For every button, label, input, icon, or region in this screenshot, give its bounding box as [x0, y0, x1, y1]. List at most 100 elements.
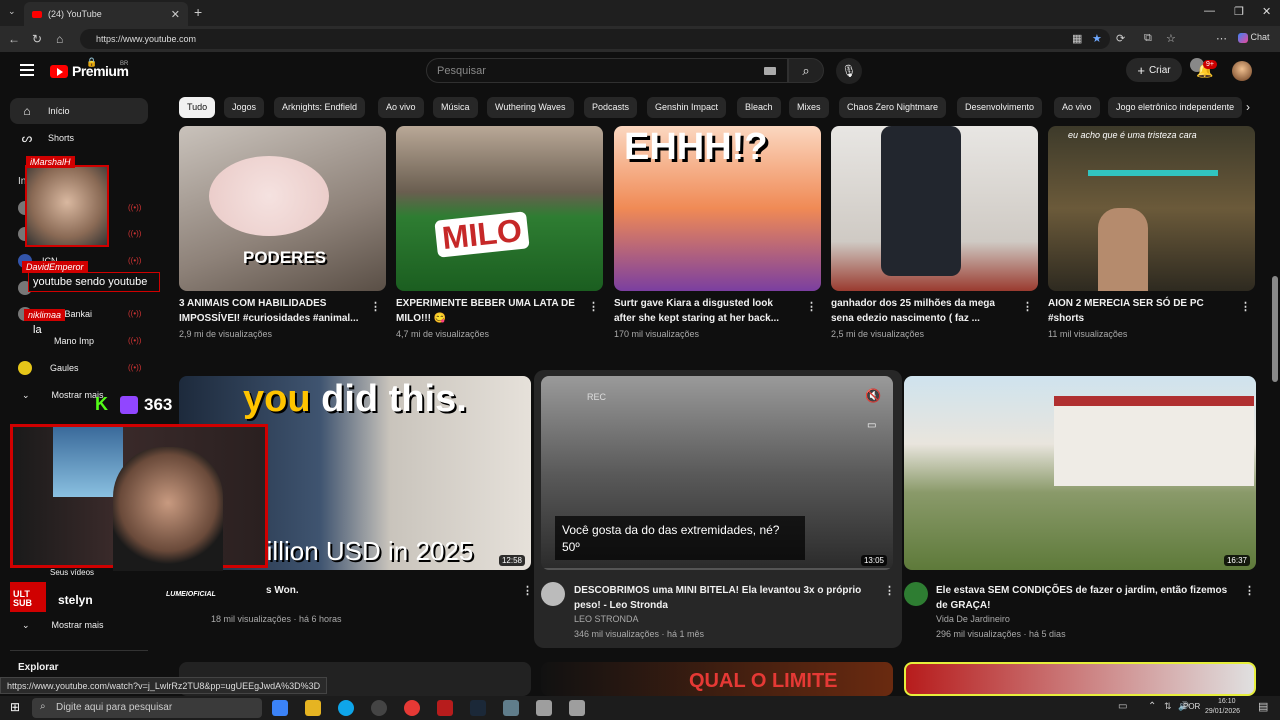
filter-chip[interactable]: Podcasts — [584, 97, 638, 118]
taskbar-search[interactable]: Digite aqui para pesquisar — [32, 698, 262, 718]
video-title-line2[interactable]: MILO!!! 😋 — [396, 311, 446, 326]
filter-chip[interactable]: Ao vivo — [1054, 97, 1100, 118]
video-title-line2[interactable]: de GRAÇA! — [936, 598, 990, 613]
video-preview-player[interactable]: REC 🔇 ▭ Você gosta da do das extremidade… — [541, 376, 893, 570]
app-icon[interactable] — [536, 700, 552, 716]
maximize-icon[interactable]: ❐ — [1234, 5, 1244, 18]
chevron-right-icon[interactable]: › — [1246, 100, 1250, 114]
video-thumbnail[interactable]: MILO — [396, 126, 603, 291]
video-thumbnail[interactable]: eu acho que é uma tristeza cara — [1048, 126, 1255, 291]
filter-chip[interactable]: Desenvolvimento — [957, 97, 1043, 118]
more-options-icon[interactable]: ⋯ — [1216, 32, 1227, 45]
video-title[interactable]: Ele estava SEM CONDIÇÕES de fazer o jard… — [936, 583, 1227, 598]
tab-list-icon[interactable]: ⌄ — [8, 6, 16, 17]
language-indicator[interactable]: POR — [1183, 702, 1200, 711]
video-thumbnail[interactable] — [904, 662, 1256, 696]
video-thumbnail[interactable]: 16:37 — [904, 376, 1256, 570]
browser-tab[interactable]: (24) YouTube ✕ — [24, 2, 188, 26]
new-tab-icon[interactable]: + — [194, 4, 202, 20]
video-title[interactable]: Surtr gave Kiara a disgusted look — [614, 296, 773, 311]
more-vert-icon[interactable]: ⋮ — [370, 300, 381, 313]
video-thumbnail[interactable] — [831, 126, 1038, 291]
search-button[interactable]: ⌕ — [788, 58, 824, 83]
video-title[interactable]: s Won. — [266, 583, 299, 598]
video-thumbnail[interactable]: PODERES — [179, 126, 386, 291]
more-vert-icon[interactable]: ⋮ — [522, 584, 533, 597]
more-vert-icon[interactable]: ⋮ — [1022, 300, 1033, 313]
clock-date[interactable]: 29/01/2026 — [1205, 708, 1240, 715]
video-title-line2[interactable]: peso! - Leo Stronda — [574, 598, 668, 613]
more-vert-icon[interactable]: ⋮ — [1240, 300, 1251, 313]
tray-icon[interactable]: ▭ — [1118, 701, 1127, 712]
clock-time[interactable]: 16:10 — [1218, 698, 1236, 705]
favorites-icon[interactable]: ☆ — [1166, 32, 1176, 45]
video-thumbnail[interactable]: QUAL O LIMITE — [541, 662, 893, 696]
edge-icon[interactable] — [338, 700, 354, 716]
video-title[interactable]: AION 2 MERECIA SER SÓ DE PC — [1048, 296, 1204, 311]
app-icon[interactable] — [569, 700, 585, 716]
keyboard-icon[interactable] — [764, 67, 776, 75]
app-icon[interactable] — [272, 700, 288, 716]
more-vert-icon[interactable]: ⋮ — [806, 300, 817, 313]
voice-search-button[interactable]: 🎙 — [836, 58, 862, 84]
channel-name[interactable]: LEO STRONDA — [574, 614, 639, 624]
apps-icon[interactable]: ▦ — [1072, 32, 1082, 45]
create-button[interactable]: + Criar — [1126, 58, 1182, 82]
filter-chip[interactable]: Mixes — [789, 97, 829, 118]
filter-chip[interactable]: Genshin Impact — [647, 97, 727, 118]
reload-icon[interactable]: ↻ — [32, 32, 42, 46]
filter-chip[interactable]: Ao vivo — [378, 97, 424, 118]
captions-icon[interactable]: ▭ — [867, 420, 876, 431]
channel-avatar[interactable] — [541, 582, 565, 606]
home-button-icon[interactable]: ⌂ — [56, 32, 63, 46]
more-vert-icon[interactable]: ⋮ — [1244, 584, 1255, 597]
sidebar-sub-gaules[interactable]: Gaules — [18, 358, 138, 378]
video-title-line2[interactable]: IMPOSSÍVEI! #curiosidades #animal... — [179, 311, 359, 326]
filter-chip[interactable]: Música — [433, 97, 478, 118]
filter-chip[interactable]: Chaos Zero Nightmare — [839, 97, 947, 118]
split-screen-icon[interactable]: ⧉ — [1144, 32, 1152, 45]
video-title-line2[interactable]: sena edezio nascimento ( faz ... — [831, 311, 980, 326]
progress-track[interactable] — [541, 568, 893, 570]
video-title[interactable]: EXPERIMENTE BEBER UMA LATA DE — [396, 296, 575, 311]
app-icon[interactable] — [503, 700, 519, 716]
windows-start-icon[interactable]: ⊞ — [10, 700, 20, 714]
search-input[interactable]: Pesquisar — [426, 58, 788, 83]
video-title-line2[interactable]: #shorts — [1048, 311, 1084, 326]
filter-chip[interactable]: Tudo — [179, 97, 216, 118]
video-title[interactable]: 3 ANIMAIS COM HABILIDADES — [179, 296, 326, 311]
filter-chip[interactable]: Jogos — [224, 97, 265, 118]
back-icon[interactable]: ← — [8, 32, 20, 46]
channel-avatar[interactable] — [904, 582, 928, 606]
file-explorer-icon[interactable] — [305, 700, 321, 716]
sidebar-item-home[interactable]: ⌂ Início — [10, 98, 148, 124]
filter-chip[interactable]: Jogo eletrônico independente — [1108, 97, 1243, 118]
hamburger-menu-icon[interactable] — [20, 64, 34, 79]
filter-chip[interactable]: Wuthering Waves — [487, 97, 574, 118]
notification-center-icon[interactable]: ▤ — [1258, 700, 1268, 713]
filter-chip[interactable]: Arknights: Endfield — [274, 97, 366, 118]
video-title[interactable]: DESCOBRIMOS uma MINI BITELA! Ela levanto… — [574, 583, 861, 598]
extensions-icon[interactable]: ⟳ — [1116, 32, 1125, 45]
scrollbar-thumb[interactable] — [1272, 276, 1278, 382]
filter-chip[interactable]: Bleach — [737, 97, 781, 118]
channel-name[interactable]: Vida De Jardineiro — [936, 614, 1010, 624]
network-icon[interactable]: ⇅ — [1164, 701, 1172, 712]
account-avatar[interactable] — [1232, 61, 1252, 81]
more-vert-icon[interactable]: ⋮ — [884, 584, 895, 597]
video-title-line2[interactable]: after she kept staring at her back... — [614, 311, 779, 326]
copilot-chat-button[interactable]: Chat — [1238, 32, 1270, 43]
favorite-star-icon[interactable]: ★ — [1092, 32, 1102, 45]
steam-icon[interactable] — [470, 700, 486, 716]
sidebar-item-shorts[interactable]: ᔕ Shorts — [10, 125, 148, 151]
url-field[interactable]: https://www.youtube.com — [80, 29, 1110, 49]
minimize-icon[interactable]: — — [1204, 5, 1215, 17]
mute-icon[interactable]: 🔇 — [865, 388, 881, 404]
close-tab-icon[interactable]: ✕ — [171, 8, 180, 21]
close-window-icon[interactable]: ✕ — [1262, 5, 1271, 18]
obs-icon[interactable] — [371, 700, 387, 716]
show-more-you[interactable]: ⌄ Mostrar mais — [18, 615, 138, 635]
youtube-app-icon[interactable] — [404, 700, 420, 716]
app-icon[interactable] — [437, 700, 453, 716]
tray-arrow-icon[interactable]: ⌃ — [1148, 701, 1156, 712]
